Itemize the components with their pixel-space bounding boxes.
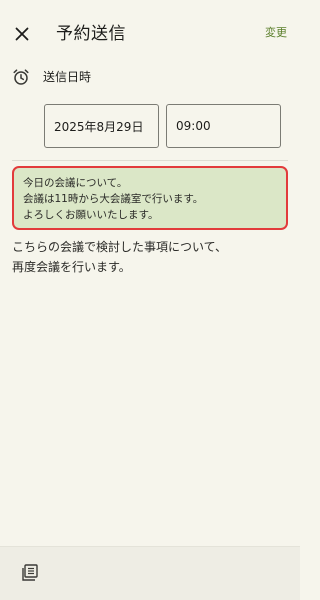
- highlight-line: 会議は11時から大会議室で行います。: [23, 193, 204, 205]
- time-field[interactable]: 09:00: [166, 104, 281, 148]
- schedule-send-screen: 予約送信 変更 送信日時 2025年8月29日 09:00 今日の会議について。…: [0, 0, 300, 600]
- template-icon: [22, 564, 38, 581]
- message-body[interactable]: こちらの会議で検討した事項について、 再度会議を行います。: [12, 237, 290, 277]
- change-button[interactable]: 変更: [265, 25, 287, 41]
- close-button[interactable]: [12, 24, 32, 44]
- highlight-line: 今日の会議について。: [23, 177, 128, 189]
- highlighted-message-box: 今日の会議について。 会議は11時から大会議室で行います。 よろしくお願いいたし…: [12, 166, 288, 230]
- page-title: 予約送信: [56, 24, 126, 44]
- message-line: こちらの会議で検討した事項について、: [12, 240, 228, 254]
- alarm-clock-icon: [12, 68, 30, 86]
- schedule-label: 送信日時: [43, 70, 92, 84]
- time-value: 09:00: [176, 119, 211, 133]
- schedule-row: 送信日時: [12, 66, 91, 88]
- divider: [12, 160, 288, 161]
- top-app-bar: 予約送信 変更: [0, 0, 300, 64]
- date-value: 2025年8月29日: [54, 119, 144, 134]
- close-icon: [15, 27, 29, 41]
- message-line: 再度会議を行います。: [12, 260, 131, 274]
- template-button[interactable]: [18, 561, 42, 585]
- highlight-line: よろしくお願いいたします。: [23, 209, 159, 221]
- date-field[interactable]: 2025年8月29日: [44, 104, 159, 148]
- bottom-toolbar: [0, 546, 300, 600]
